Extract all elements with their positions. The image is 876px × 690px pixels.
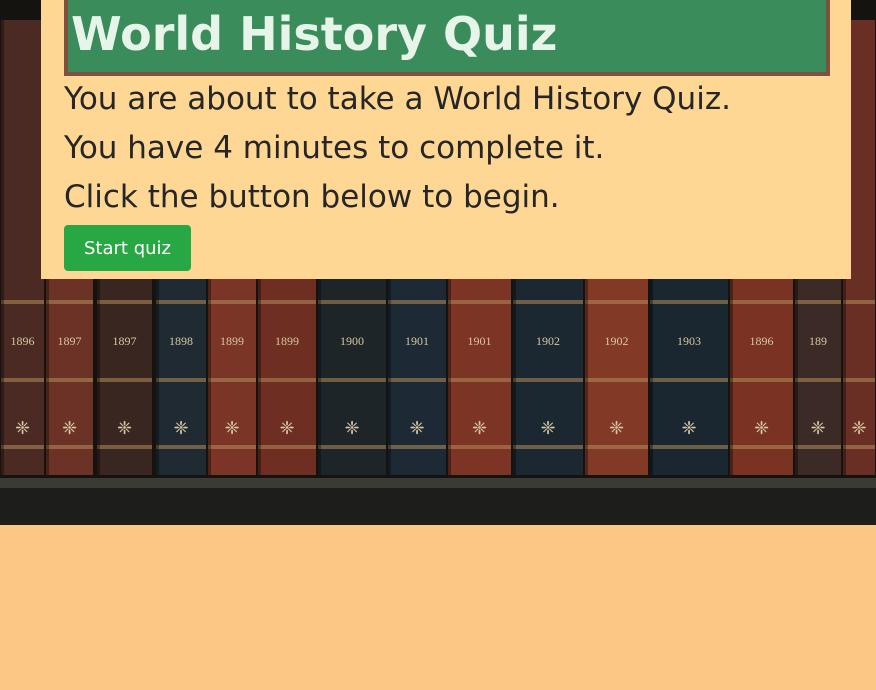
spine-year-label: 1903	[677, 334, 701, 348]
intro-line-3: Click the button below to begin.	[64, 179, 560, 215]
spine-year-label: 1897	[58, 334, 82, 348]
quiz-intro-card: World History Quiz You are about to take…	[41, 0, 851, 279]
spine-year-label: 1901	[468, 334, 492, 348]
spine-year-label: 1901	[405, 334, 429, 348]
spine-ornament: ❈	[681, 418, 696, 439]
page-title: World History Quiz	[71, 7, 558, 61]
book-spine	[1, 20, 44, 475]
spine-year-label: 1897	[113, 334, 137, 348]
spine-year-label: 189	[809, 334, 827, 348]
spine-ornament: ❈	[409, 418, 424, 439]
spine-ornament: ❈	[609, 418, 624, 439]
spine-year-label: 1900	[340, 334, 364, 348]
spine-ornament: ❈	[344, 418, 359, 439]
spine-ornament: ❈	[15, 418, 30, 439]
spine-year-label: 1899	[275, 334, 299, 348]
intro-line-2: You have 4 minutes to complete it.	[64, 130, 605, 166]
spine-ornament: ❈	[754, 418, 769, 439]
spine-ornament: ❈	[810, 418, 825, 439]
title-banner: World History Quiz	[64, 0, 830, 76]
spine-year-label: 1902	[536, 334, 560, 348]
spine-ornament: ❈	[279, 418, 294, 439]
spine-year-label: 1899	[220, 334, 244, 348]
spine-year-label: 1902	[605, 334, 629, 348]
spine-ornament: ❈	[472, 418, 487, 439]
spine-ornament: ❈	[62, 418, 77, 439]
spine-ornament: ❈	[224, 418, 239, 439]
spine-year-label: 1896	[750, 334, 774, 348]
start-quiz-button[interactable]: Start quiz	[64, 225, 191, 271]
spine-ornament: ❈	[540, 418, 555, 439]
spine-ornament: ❈	[851, 418, 866, 439]
spine-year-label: 1898	[169, 334, 193, 348]
spine-ornament: ❈	[173, 418, 188, 439]
spine-ornament: ❈	[117, 418, 132, 439]
spine-year-label: 1896	[11, 334, 35, 348]
intro-line-1: You are about to take a World History Qu…	[64, 81, 731, 117]
